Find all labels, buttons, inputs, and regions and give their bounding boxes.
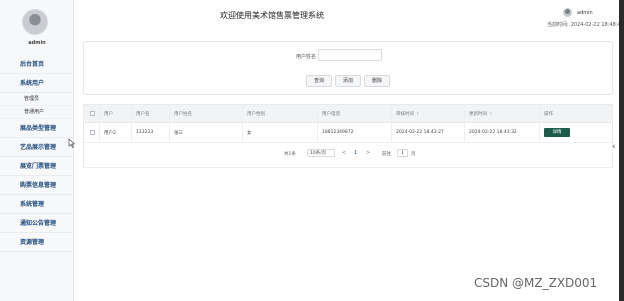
cell-username: 113223 [136, 130, 154, 135]
page-size-select[interactable]: 10条/页 [307, 149, 335, 157]
add-button[interactable]: 添加 [335, 75, 361, 87]
header: 欢迎使用美术馆售票管理系统 [74, 0, 624, 34]
admin-name: admin [28, 40, 46, 46]
data-table: 用户 用户名 用户姓名 用户性别 用户电话 审核时间 ⇕ 更新时间 ⇕ 操作 用户2… [83, 104, 613, 168]
sidebar-item-system[interactable]: 系统管理 [0, 195, 74, 214]
sidebar-item-resources[interactable]: 资源管理 [0, 233, 74, 252]
user-avatar[interactable] [563, 8, 572, 17]
column-divider [464, 105, 465, 143]
column-divider [131, 105, 132, 143]
sidebar-item-system-users[interactable]: 系统用户 [0, 74, 74, 93]
select-all-checkbox[interactable] [90, 110, 95, 116]
current-time: 当前时间: 2024-02-22 18:48:49 [547, 21, 624, 28]
detail-button[interactable]: 详情 [544, 128, 570, 137]
cell-name: 张三 [174, 130, 183, 136]
prev-page-icon[interactable]: < [342, 150, 346, 156]
row-checkbox[interactable] [90, 129, 95, 135]
sidebar-item-purchases[interactable]: 购票信息管理 [0, 176, 74, 195]
column-divider [391, 105, 392, 143]
delete-button[interactable]: 删除 [364, 75, 390, 87]
header-gender: 用户性别 [247, 111, 265, 117]
sidebar-item-exhibit-types[interactable]: 展品类型管理 [0, 119, 74, 138]
user-name[interactable]: admin [577, 10, 593, 16]
goto-label: 前往 [382, 152, 391, 157]
header-update-time-label: 更新时间 [469, 111, 487, 117]
sidebar-subitem-admins[interactable]: 管理员 [0, 93, 74, 106]
chevron-left-icon[interactable]: ‹ [612, 142, 616, 152]
cell-user: 用户2 [104, 130, 116, 136]
header-name: 用户姓名 [174, 111, 192, 117]
current-page[interactable]: 1 [354, 150, 357, 156]
header-action: 操作 [544, 111, 553, 117]
column-divider [539, 105, 540, 143]
sidebar-menu: 后台首页 系统用户 管理员 普通用户 展品类型管理 艺品展示管理 展览门票管理 … [0, 55, 74, 252]
sidebar-item-notices[interactable]: 通知公告管理 [0, 214, 74, 233]
search-panel: 用户姓名 查询 添加 删除 [83, 41, 613, 95]
time-label: 当前时间: [547, 22, 569, 28]
search-label: 用户姓名 [296, 54, 317, 60]
admin-avatar [22, 9, 48, 35]
header-user: 用户 [104, 111, 113, 117]
search-input[interactable] [318, 49, 382, 61]
cell-update-time: 2024-02-22 18:43:32 [469, 130, 517, 135]
column-divider [242, 105, 243, 143]
header-username: 用户名 [136, 111, 150, 117]
header-update-time[interactable]: 更新时间 ⇕ [469, 105, 492, 122]
time-value: 2024-02-22 18:48:49 [570, 22, 624, 28]
header-phone: 用户电话 [322, 111, 340, 117]
app-root: admin 后台首页 系统用户 管理员 普通用户 展品类型管理 艺品展示管理 展… [0, 0, 624, 301]
table-row: 用户2 113223 张三 女 18812349872 2024-02-22 1… [84, 123, 612, 143]
pagination: 共1条 10条/页 < 1 > 前往 1 页 [84, 149, 612, 161]
sidebar-item-tickets[interactable]: 展览门票管理 [0, 157, 74, 176]
cell-audit-time: 2024-02-22 18:43:27 [396, 130, 444, 135]
window-edge [619, 0, 624, 301]
header-audit-time-label: 审核时间 [396, 111, 414, 117]
mouse-cursor-icon [68, 138, 76, 148]
cell-phone: 18812349872 [322, 130, 354, 135]
sort-icon[interactable]: ⇕ [416, 111, 419, 116]
sidebar: admin 后台首页 系统用户 管理员 普通用户 展品类型管理 艺品展示管理 展… [0, 0, 74, 301]
goto-page-input[interactable]: 1 [397, 149, 408, 157]
sidebar-item-art-display[interactable]: 艺品展示管理 [0, 138, 74, 157]
sidebar-subitem-users[interactable]: 普通用户 [0, 106, 74, 119]
table-header: 用户 用户名 用户姓名 用户性别 用户电话 审核时间 ⇕ 更新时间 ⇕ 操作 [84, 105, 612, 123]
page-title: 欢迎使用美术馆售票管理系统 [220, 11, 324, 20]
column-divider [317, 105, 318, 143]
sort-icon[interactable]: ⇕ [489, 111, 492, 116]
total-count: 共1条 [284, 152, 296, 157]
next-page-icon[interactable]: > [366, 150, 370, 156]
cell-gender: 女 [247, 130, 252, 136]
column-divider [99, 105, 100, 143]
header-audit-time[interactable]: 审核时间 ⇕ [396, 105, 419, 122]
page-unit-label: 页 [411, 152, 416, 157]
column-divider [169, 105, 170, 143]
sidebar-item-home[interactable]: 后台首页 [0, 55, 74, 74]
query-button[interactable]: 查询 [306, 75, 332, 87]
watermark: CSDN @MZ_ZXD001 [474, 276, 598, 290]
